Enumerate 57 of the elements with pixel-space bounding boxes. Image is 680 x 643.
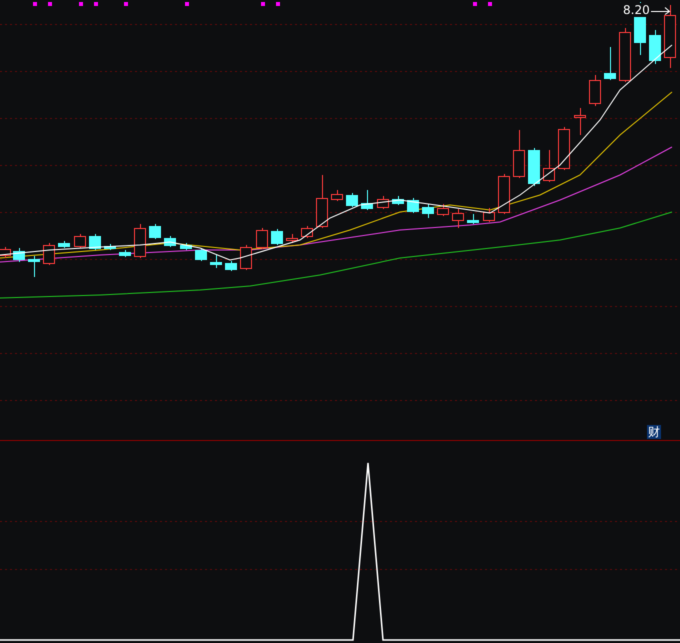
candlestick: [558, 126, 570, 170]
candlestick: [0, 246, 11, 258]
candlestick: [256, 228, 268, 250]
candlestick: [437, 204, 449, 216]
candlestick: [301, 226, 313, 238]
candlestick: [316, 174, 328, 228]
candlestick: [589, 74, 601, 106]
candlestick: [286, 234, 298, 244]
candlestick: [664, 4, 676, 68]
candlestick: [377, 196, 389, 210]
arrow-icon: [650, 6, 671, 14]
candlestick: [422, 204, 434, 218]
candlestick: [574, 108, 586, 136]
candlestick: [164, 236, 176, 248]
candlestick: [498, 174, 510, 214]
candlestick: [180, 242, 192, 250]
candlestick: [119, 250, 131, 258]
price-label: 8.20: [623, 3, 650, 17]
signal-marker: [33, 2, 37, 6]
candlestick: [210, 254, 222, 268]
candlestick: [74, 234, 86, 248]
signal-marker: [94, 2, 98, 6]
signal-marker: [473, 2, 477, 6]
signal-marker: [185, 2, 189, 6]
signal-marker: [124, 2, 128, 6]
indicator-badge[interactable]: 财: [647, 425, 661, 439]
candlestick: [331, 190, 343, 202]
signal-marker: [488, 2, 492, 6]
candlestick: [13, 248, 25, 262]
candlestick: [134, 224, 146, 258]
candlestick: [619, 28, 631, 82]
candlestick: [43, 242, 55, 266]
candlestick: [28, 256, 40, 278]
signal-marker: [261, 2, 265, 6]
candlestick: [346, 192, 358, 208]
candlestick: [89, 234, 101, 250]
candlestick: [58, 240, 70, 248]
candlestick: [149, 224, 161, 240]
signal-marker: [276, 2, 280, 6]
signal-marker: [48, 2, 52, 6]
candlestick: [407, 198, 419, 214]
candlestick: [271, 228, 283, 246]
candlestick: [604, 46, 616, 80]
candlestick: [483, 208, 495, 222]
candlestick: [225, 260, 237, 272]
candlestick: [195, 248, 207, 262]
candlestick: [649, 30, 661, 64]
candlestick: [392, 196, 404, 206]
signal-marker: [79, 2, 83, 6]
candlestick: [361, 190, 373, 210]
candlestick: [240, 244, 252, 270]
candlestick: [513, 130, 525, 178]
candlestick: [104, 244, 116, 250]
candlestick: [543, 150, 555, 182]
candlestick: [452, 208, 464, 228]
candlestick: [528, 148, 540, 186]
candlestick: [467, 214, 479, 224]
